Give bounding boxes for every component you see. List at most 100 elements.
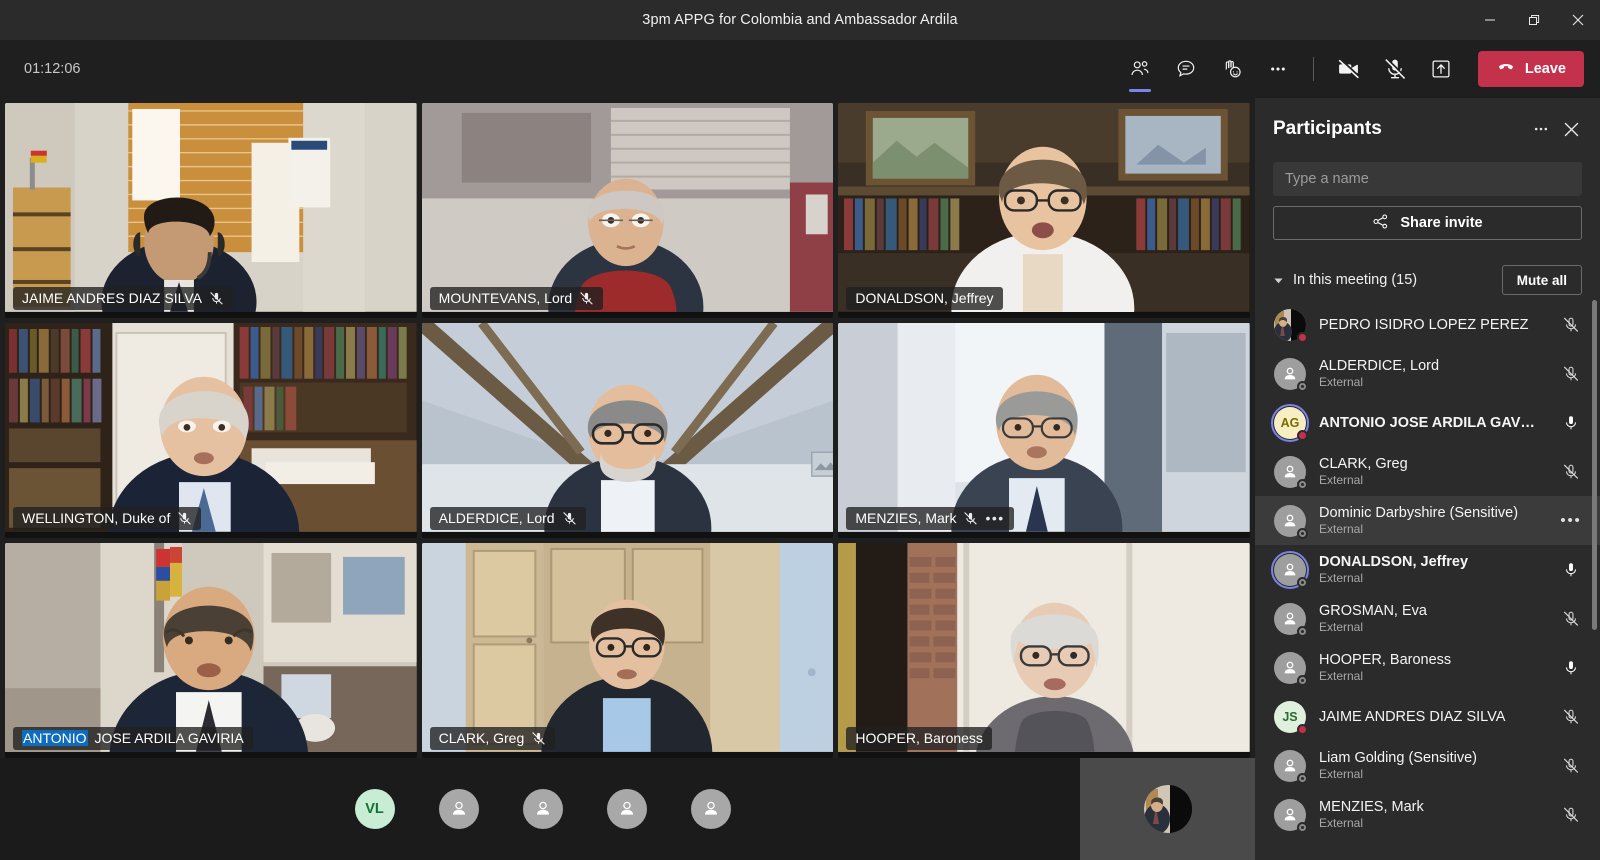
overflow-avatar[interactable]: VL [354,789,395,829]
panel-more-options-icon[interactable] [1526,114,1556,144]
mic-off-icon[interactable] [1556,610,1586,628]
presence-badge-busy [1297,723,1308,735]
share-invite-button[interactable]: Share invite [1273,206,1582,240]
participant-row[interactable]: MENZIES, Mark External [1255,790,1600,839]
participant-row[interactable]: Dominic Darbyshire (Sensitive) External … [1255,496,1600,545]
tile-name-badge: ANTONIO JOSE ARDILA GAVIRIA [13,727,253,750]
reactions-icon[interactable] [1209,48,1255,90]
more-actions-icon[interactable] [1255,48,1301,90]
overflow-participants-bar: VL [0,758,1255,860]
video-tile[interactable]: HOOPER, Baroness [838,543,1250,758]
participants-scrollbar[interactable] [1592,300,1597,630]
presence-badge-offline [1297,527,1308,539]
chat-icon[interactable] [1163,48,1209,90]
restore-icon[interactable] [1512,0,1556,40]
video-tile[interactable]: ALDERDICE, Lord [421,323,834,538]
minimize-icon[interactable] [1468,0,1512,40]
avatar: JS [1273,700,1308,735]
participant-row[interactable]: HOOPER, Baroness External [1255,643,1600,692]
participant-name: CLARK, Greg [1319,456,1408,472]
participant-info: GROSMAN, Eva External [1319,603,1556,634]
overflow-avatar[interactable] [690,789,731,829]
tile-participant-name: CLARK, Greg [438,730,525,746]
avatar [1273,651,1308,686]
overflow-avatar[interactable] [522,789,563,829]
participant-name: Dominic Darbyshire (Sensitive) [1319,505,1519,521]
participant-row[interactable]: Liam Golding (Sensitive) External [1255,741,1600,790]
tile-participant-name: JAIME ANDRES DIAZ SILVA [22,290,202,306]
video-tile[interactable]: MENZIES, Mark ••• [838,323,1250,538]
video-tile[interactable]: WELLINGTON, Duke of [5,323,417,538]
overflow-avatar-strip: VL [5,758,1080,860]
mic-off-icon[interactable] [1556,708,1586,726]
mic-off-icon[interactable] [1372,48,1418,90]
participant-subtitle: External [1319,669,1364,683]
mute-all-button[interactable]: Mute all [1501,265,1582,295]
leave-button[interactable]: Leave [1477,51,1584,87]
mic-off-icon[interactable] [1556,316,1586,334]
participants-list[interactable]: PEDRO ISIDRO LOPEZ PEREZ ALDERDICE, Lord… [1255,300,1600,860]
participants-icon[interactable] [1117,48,1163,92]
person-icon [452,801,465,815]
person-icon [536,801,549,815]
self-view-tile[interactable] [1080,758,1255,860]
participant-more-options-icon[interactable]: ••• [1556,512,1586,529]
share-content-icon[interactable] [1418,48,1464,90]
chevron-down-icon [1273,275,1289,286]
participant-row[interactable]: AG ANTONIO JOSE ARDILA GAV… [1255,398,1600,447]
participant-row[interactable]: ALDERDICE, Lord External [1255,349,1600,398]
video-tile[interactable]: DONALDSON, Jeffrey [838,103,1250,318]
participant-row[interactable]: PEDRO ISIDRO LOPEZ PEREZ [1255,300,1600,349]
mic-off-icon[interactable] [1556,365,1586,383]
participant-subtitle: External [1319,375,1364,389]
participant-row[interactable]: GROSMAN, Eva External [1255,594,1600,643]
mic-on-icon[interactable] [1556,561,1586,579]
mic-off-icon [210,291,223,305]
mic-off-icon [532,731,546,745]
participants-panel-header: Participants [1255,98,1600,154]
search-participant-input[interactable] [1273,162,1582,196]
participant-row[interactable]: JS JAIME ANDRES DIAZ SILVA [1255,692,1600,741]
participant-info: CLARK, Greg External [1319,456,1556,487]
video-tile[interactable]: JAIME ANDRES DIAZ SILVA [5,103,417,318]
video-tile[interactable]: MOUNTEVANS, Lord [421,103,834,318]
participant-name: MENZIES, Mark [1319,799,1424,815]
mic-off-icon[interactable] [1556,806,1586,824]
tile-name-badge: DONALDSON, Jeffrey [846,287,1003,310]
tile-more-options-icon[interactable]: ••• [985,510,1004,526]
panel-close-icon[interactable] [1556,114,1586,144]
participant-subtitle: External [1319,620,1364,634]
participant-row[interactable]: CLARK, Greg External [1255,447,1600,496]
participant-name: Liam Golding (Sensitive) [1319,750,1477,766]
presence-badge-offline [1297,772,1308,784]
presence-badge-busy [1297,429,1308,441]
participant-subtitle: External [1319,522,1364,536]
tile-participant-name: MENZIES, Mark [855,510,957,526]
window-title-bar: 3pm APPG for Colombia and Ambassador Ard… [0,0,1600,40]
video-tile[interactable]: CLARK, Greg [421,543,834,758]
mic-off-icon[interactable] [1556,463,1586,481]
mic-on-icon[interactable] [1556,659,1586,677]
participants-panel: Participants Share invite [1255,98,1600,860]
participant-row[interactable]: DONALDSON, Jeffrey External [1255,545,1600,594]
participant-name: HOOPER, Baroness [1319,652,1452,668]
mic-off-icon [562,511,576,525]
mic-on-icon[interactable] [1556,414,1586,432]
in-this-meeting-section-header[interactable]: In this meeting (15) Mute all [1255,264,1600,296]
participant-info: PEDRO ISIDRO LOPEZ PEREZ [1319,317,1556,333]
participant-name: JAIME ANDRES DIAZ SILVA [1319,708,1506,725]
participant-name: DONALDSON, Jeffrey [1319,554,1469,570]
overflow-avatar[interactable] [438,789,479,829]
presence-badge-offline [1297,380,1308,392]
camera-off-icon[interactable] [1326,48,1372,90]
participant-info: MENZIES, Mark External [1319,799,1556,830]
participant-name: PEDRO ISIDRO LOPEZ PEREZ [1319,316,1529,333]
video-tile[interactable]: ANTONIO JOSE ARDILA GAVIRIA [5,543,417,758]
window-title: 3pm APPG for Colombia and Ambassador Ard… [642,12,958,28]
self-view-avatar [1143,785,1192,833]
close-icon[interactable] [1556,0,1600,40]
overflow-avatar[interactable] [606,789,647,829]
presence-badge-busy [1297,331,1308,343]
participant-info: ANTONIO JOSE ARDILA GAV… [1319,415,1556,431]
mic-off-icon[interactable] [1556,757,1586,775]
